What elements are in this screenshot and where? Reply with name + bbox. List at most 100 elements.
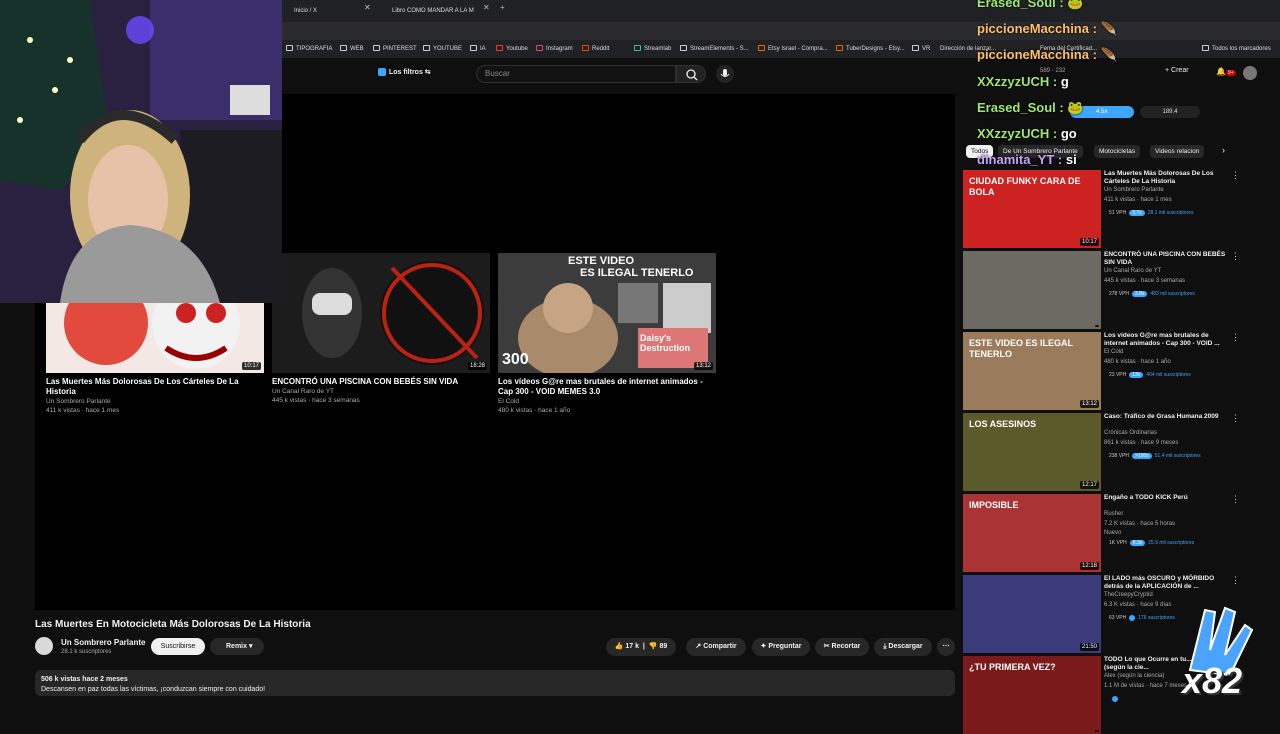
end-card-thumbnail: ESTE VIDEO ES ILEGAL TENERLO 300 Daisy's… — [498, 253, 716, 373]
bookmark-item[interactable]: Etsy Israel - Compra... — [758, 40, 828, 58]
vidiq-stats: 1K VPH 6.3x 25.5 mil suscriptores — [1109, 540, 1195, 546]
more-options-icon[interactable]: ⋮ — [1231, 251, 1240, 262]
notifications-icon[interactable]: 🔔 9+ — [1216, 67, 1236, 76]
folder-icon — [470, 45, 477, 52]
duration: 10:17 — [1079, 238, 1099, 246]
tab-libro[interactable]: Libro COMO MANDAR A LA M — [380, 3, 480, 19]
create-button[interactable]: + Crear — [1165, 67, 1189, 74]
end-card-title[interactable]: Los vídeos G@re mas brutales de internet… — [498, 377, 716, 397]
recommended-video[interactable]: ENCONTRÓ UNA PISCINA CON BEBÉS SIN VIDA U… — [963, 251, 1273, 329]
streamer-webcam — [0, 0, 282, 303]
channel-name[interactable]: Un Sombrero Parlante — [61, 638, 145, 647]
more-icon: ⋯ — [942, 643, 950, 650]
subscribe-button[interactable]: Suscribirse — [151, 638, 205, 655]
recommended-views: 6.3 K vistas · hace 9 días — [1104, 602, 1172, 608]
recommended-thumbnail: ESTE VIDEO ES ILEGAL TENERLO 13:12 — [963, 332, 1101, 410]
end-card-title[interactable]: Las Muertes Más Dolorosas De Los Cártele… — [46, 377, 264, 397]
thumbnail-text: LOS ASESINOS — [969, 419, 1037, 429]
search-icon — [686, 69, 698, 81]
folder-icon — [423, 45, 430, 52]
more-options-icon[interactable]: ⋮ — [1231, 575, 1240, 586]
chevron-right-icon[interactable]: › — [1222, 145, 1225, 155]
recommended-title[interactable]: Los vídeos G@re mas brutales de internet… — [1104, 332, 1228, 348]
description-text: Descansen en paz todas las víctimas, ¡co… — [41, 686, 266, 693]
ask-button[interactable]: ✦ Preguntar — [752, 638, 810, 656]
recommended-video[interactable]: LOS ASESINOS 12:17 Caso: Tráfico de Grasa … — [963, 413, 1273, 491]
chip-motorcycles[interactable]: Motocicletas — [1094, 145, 1141, 158]
download-button[interactable]: ⤓ Descargar — [874, 638, 932, 656]
bookmark-item[interactable]: Instagram — [536, 40, 573, 58]
bookmark-item[interactable]: Todos los marcadores — [1202, 40, 1271, 58]
end-card[interactable]: ESTE VIDEO ES ILEGAL TENERLO 300 Daisy's… — [498, 253, 716, 415]
recommended-thumbnail — [963, 251, 1101, 329]
filters-button[interactable]: Los filtros ⇆ — [378, 68, 431, 77]
recommended-video[interactable]: ESTE VIDEO ES ILEGAL TENERLO 13:12 Los víd… — [963, 332, 1273, 410]
bookmark-item[interactable]: PINTEREST — [373, 40, 417, 58]
instagram-icon — [536, 45, 543, 52]
close-icon[interactable]: ✕ — [364, 3, 371, 12]
folder-icon — [1202, 45, 1209, 52]
end-card-title[interactable]: ENCONTRÓ UNA PISCINA CON BEBÉS SIN VIDA — [272, 377, 490, 387]
recommended-channel[interactable]: Un Sombrero Parlante — [1104, 187, 1164, 193]
close-icon[interactable]: ✕ — [483, 3, 490, 12]
sparkle-icon: ✦ — [760, 643, 767, 650]
recommended-title[interactable]: Engaño a TODO KICK Perú — [1104, 494, 1228, 502]
duration: 12:18 — [1079, 562, 1099, 570]
recommended-title[interactable]: ENCONTRÓ UNA PISCINA CON BEBÉS SIN VIDA — [1104, 251, 1228, 267]
tab-x[interactable]: Inicio / X — [282, 3, 362, 19]
recommended-channel[interactable]: Crónicas Ordinarias — [1104, 430, 1157, 436]
chip-related[interactable]: Videos relacion — [1150, 145, 1205, 158]
clip-button[interactable]: ✂ Recortar — [815, 638, 869, 656]
bookmark-item[interactable]: YOUTUBE — [423, 40, 462, 58]
recommended-channel[interactable]: Alex (según la ciencia) — [1104, 673, 1164, 679]
tab-label: Inicio / X — [294, 8, 318, 14]
recommended-channel[interactable]: TheCreepyCryptid — [1104, 592, 1153, 598]
bookmark-item[interactable]: TuberDesigns - Etsy... — [836, 40, 905, 58]
more-actions-button[interactable]: ⋯ — [937, 638, 955, 656]
scissors-icon: ✂ — [823, 643, 830, 650]
more-options-icon[interactable]: ⋮ — [1231, 494, 1240, 505]
avatar[interactable] — [1243, 66, 1257, 80]
more-options-icon[interactable]: ⋮ — [1231, 170, 1240, 181]
recommended-title[interactable]: Las Muertes Más Dolorosas De Los Cártele… — [1104, 170, 1228, 186]
search-input[interactable]: Buscar — [476, 65, 676, 83]
bookmark-item[interactable]: Reddit — [582, 40, 609, 58]
recommended-views: 445 k vistas · hace 3 semanas — [1104, 278, 1186, 284]
recommended-channel[interactable]: Rusher — [1104, 511, 1123, 517]
vidiq-stats — [1109, 696, 1121, 702]
bookmark-item[interactable]: Streamlab — [634, 40, 671, 58]
channel-avatar[interactable] — [35, 637, 53, 655]
bookmark-item[interactable]: IA — [470, 40, 486, 58]
end-card[interactable]: 18:28 ENCONTRÓ UNA PISCINA CON BEBÉS SIN… — [272, 253, 490, 405]
etsy-icon — [836, 45, 843, 52]
new-tab-icon[interactable]: + — [500, 3, 505, 12]
voice-search-button[interactable] — [716, 65, 734, 83]
chat-message: piccioneMacchina : 🪶 — [977, 47, 1117, 62]
emote-icon: 🪶 — [1100, 21, 1117, 36]
chat-message: XXzzyzUCH : go — [977, 126, 1077, 141]
more-options-icon[interactable]: ⋮ — [1231, 413, 1240, 424]
recommended-video[interactable]: CIUDAD FUNKY CARA DE BOLA 10:17 Las Muerte… — [963, 170, 1273, 248]
recommended-title[interactable]: El LADO más OSCURO y MÓRBIDO detrás de l… — [1104, 575, 1228, 591]
bookmark-item[interactable]: VR — [912, 40, 930, 58]
dislike-button[interactable]: 👎 89 — [649, 643, 667, 650]
recommended-channel[interactable]: El Cold — [1104, 349, 1123, 355]
search-button[interactable] — [676, 65, 706, 83]
like-button[interactable]: 👍 17 k — [615, 643, 639, 650]
recommended-views: 7.2 K vistas · hace 5 horas — [1104, 521, 1176, 527]
bookmark-item[interactable]: TIPOGRAFIA — [286, 40, 332, 58]
share-button[interactable]: ↗ Compartir — [686, 638, 746, 656]
bookmark-item[interactable]: Youtube — [496, 40, 528, 58]
end-card-channel: Un Sombrero Parlante — [46, 398, 111, 405]
more-options-icon[interactable]: ⋮ — [1231, 332, 1240, 343]
chat-message: Erased_Soul : 🐸 — [977, 0, 1084, 11]
streamlabs-icon — [634, 45, 641, 52]
recommended-channel[interactable]: Un Canal Raro de YT — [1104, 268, 1161, 274]
recommended-thumbnail: LOS ASESINOS 12:17 — [963, 413, 1101, 491]
bookmark-item[interactable]: StreamElements - S... — [680, 40, 749, 58]
remix-button[interactable]: Remix ▾ — [210, 638, 264, 655]
recommended-title[interactable]: Caso: Tráfico de Grasa Humana 2009 — [1104, 413, 1228, 421]
recommended-video[interactable]: IMPOSIBLE 12:18 Engaño a TODO KICK Perú Rus… — [963, 494, 1273, 572]
bookmark-item[interactable]: WEB — [340, 40, 364, 58]
description-box[interactable]: 506 k vistas hace 2 meses Descansen en p… — [35, 670, 955, 696]
